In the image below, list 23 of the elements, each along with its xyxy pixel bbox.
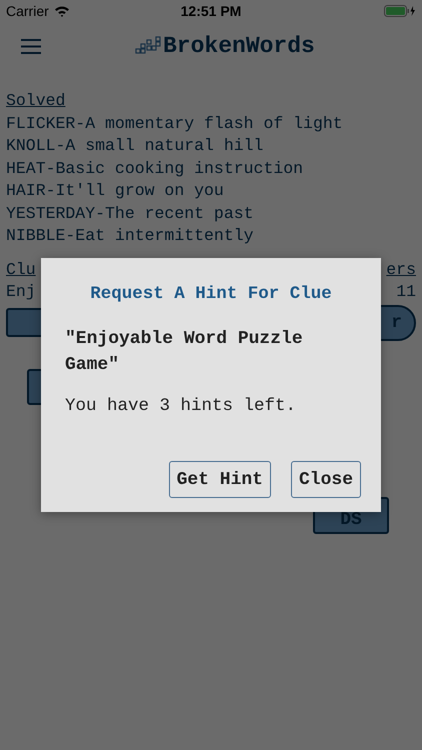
dialog-clue: "Enjoyable Word Puzzle Game" xyxy=(65,328,304,377)
logo-icon xyxy=(135,36,161,56)
letters-heading: ers xyxy=(386,258,416,280)
solved-clue: HAIR-It'll grow on you xyxy=(6,180,225,202)
menu-icon[interactable] xyxy=(21,38,41,54)
solved-clue: NIBBLE-Eat intermittently xyxy=(6,225,255,247)
clue-heading: Clu xyxy=(6,258,36,280)
carrier-label: Carrier xyxy=(6,3,49,19)
clock-time: 12:51 PM xyxy=(180,3,242,19)
solved-heading: Solved xyxy=(6,90,66,112)
dialog-message: You have 3 hints left. xyxy=(65,396,298,416)
dialog-title: Request A Hint For Clue xyxy=(90,284,332,304)
solved-clue: KNOLL-A small natural hill xyxy=(6,135,264,157)
clue-text: Enj xyxy=(6,281,36,303)
solved-clue: FLICKER-A momentary flash of light xyxy=(6,112,344,134)
solved-clue: YESTERDAY-The recent past xyxy=(6,202,255,224)
close-button[interactable]: Close xyxy=(290,461,361,498)
battery-icon xyxy=(384,5,416,17)
get-hint-button[interactable]: Get Hint xyxy=(168,461,271,498)
solved-clue: HEAT-Basic cooking instruction xyxy=(6,158,304,180)
letter-count: 11 xyxy=(396,281,416,303)
app-title: BrokenWords xyxy=(163,33,315,59)
wifi-icon xyxy=(54,5,70,17)
